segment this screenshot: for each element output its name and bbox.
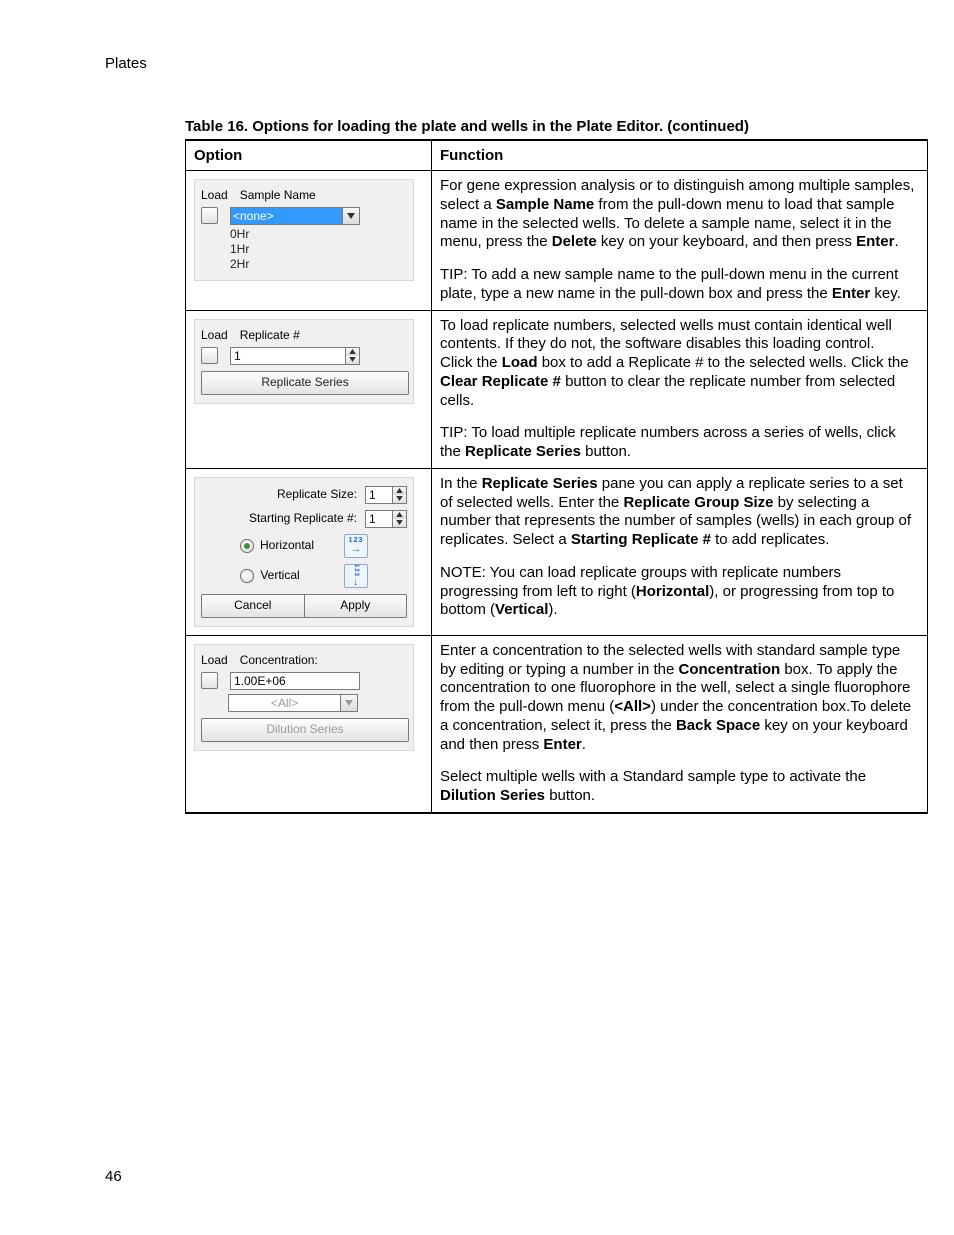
concentration-load-checkbox[interactable] bbox=[201, 672, 218, 689]
spin-down-icon[interactable] bbox=[346, 356, 359, 364]
fluorophore-selected: <All> bbox=[229, 695, 340, 711]
replicate-number-input[interactable]: 1 bbox=[230, 347, 360, 365]
concentration-label: Concentration: bbox=[240, 653, 407, 668]
horizontal-direction-icon: 123→ bbox=[344, 534, 368, 558]
replicate-size-input[interactable]: 1 bbox=[365, 486, 407, 504]
func-replicate-series: In the Replicate Series pane you can app… bbox=[432, 468, 928, 635]
starting-replicate-input[interactable]: 1 bbox=[365, 510, 407, 528]
sample-name-select[interactable]: <none> bbox=[230, 207, 360, 225]
sample-name-label: Sample Name bbox=[240, 188, 407, 203]
spin-up-icon[interactable] bbox=[393, 511, 406, 519]
list-item: 2Hr bbox=[230, 257, 407, 272]
spin-up-icon[interactable] bbox=[346, 348, 359, 356]
load-label: Load bbox=[201, 188, 228, 203]
running-header: Plates bbox=[105, 55, 849, 72]
func-replicate: To load replicate numbers, selected well… bbox=[432, 310, 928, 468]
th-option: Option bbox=[186, 140, 432, 171]
vertical-label: Vertical bbox=[260, 568, 299, 583]
vertical-direction-icon: 123↓ bbox=[344, 564, 368, 588]
sample-name-selected: <none> bbox=[231, 208, 342, 224]
list-item: 1Hr bbox=[230, 242, 407, 257]
horizontal-radio[interactable] bbox=[240, 539, 254, 553]
sample-load-checkbox[interactable] bbox=[201, 207, 218, 224]
sample-name-options: 0Hr 1Hr 2Hr bbox=[230, 227, 407, 272]
replicate-label: Replicate # bbox=[240, 328, 407, 343]
apply-button[interactable]: Apply bbox=[305, 594, 408, 618]
replicate-load-checkbox[interactable] bbox=[201, 347, 218, 364]
opt-sample-name: Load Sample Name <none> bbox=[186, 171, 432, 311]
table-caption: Table 16. Options for loading the plate … bbox=[185, 118, 849, 135]
list-item: 0Hr bbox=[230, 227, 407, 242]
cancel-button[interactable]: Cancel bbox=[201, 594, 305, 618]
opt-replicate: Load Replicate # 1 bbox=[186, 310, 432, 468]
replicate-size-label: Replicate Size: bbox=[201, 487, 357, 502]
func-concentration: Enter a concentration to the selected we… bbox=[432, 635, 928, 813]
page-number: 46 bbox=[105, 1168, 122, 1185]
spin-up-icon[interactable] bbox=[393, 487, 406, 495]
load-label: Load bbox=[201, 328, 228, 343]
starting-replicate-label: Starting Replicate #: bbox=[201, 511, 357, 526]
dropdown-icon[interactable] bbox=[342, 208, 359, 224]
fluorophore-select[interactable]: <All> bbox=[228, 694, 358, 712]
spin-down-icon[interactable] bbox=[393, 495, 406, 503]
replicate-number-value[interactable]: 1 bbox=[230, 347, 346, 365]
spin-down-icon[interactable] bbox=[393, 519, 406, 527]
vertical-radio[interactable] bbox=[240, 569, 254, 583]
opt-concentration: Load Concentration: 1.00E+06 <All> bbox=[186, 635, 432, 813]
starting-replicate-value[interactable]: 1 bbox=[365, 510, 393, 528]
replicate-series-button[interactable]: Replicate Series bbox=[201, 371, 409, 395]
replicate-panel: Load Replicate # 1 bbox=[194, 319, 414, 404]
concentration-panel: Load Concentration: 1.00E+06 <All> bbox=[194, 644, 414, 751]
replicate-size-value[interactable]: 1 bbox=[365, 486, 393, 504]
horizontal-label: Horizontal bbox=[260, 538, 314, 553]
dilution-series-button[interactable]: Dilution Series bbox=[201, 718, 409, 742]
dropdown-icon[interactable] bbox=[340, 695, 357, 711]
opt-replicate-series: Replicate Size: 1 Starting Replicate #: bbox=[186, 468, 432, 635]
concentration-input[interactable]: 1.00E+06 bbox=[230, 672, 360, 690]
th-function: Function bbox=[432, 140, 928, 171]
load-label: Load bbox=[201, 653, 228, 668]
func-sample-name: For gene expression analysis or to disti… bbox=[432, 171, 928, 311]
options-table: Option Function Load Sample Name bbox=[185, 139, 928, 814]
sample-name-panel: Load Sample Name <none> bbox=[194, 179, 414, 281]
replicate-series-panel: Replicate Size: 1 Starting Replicate #: bbox=[194, 477, 414, 627]
